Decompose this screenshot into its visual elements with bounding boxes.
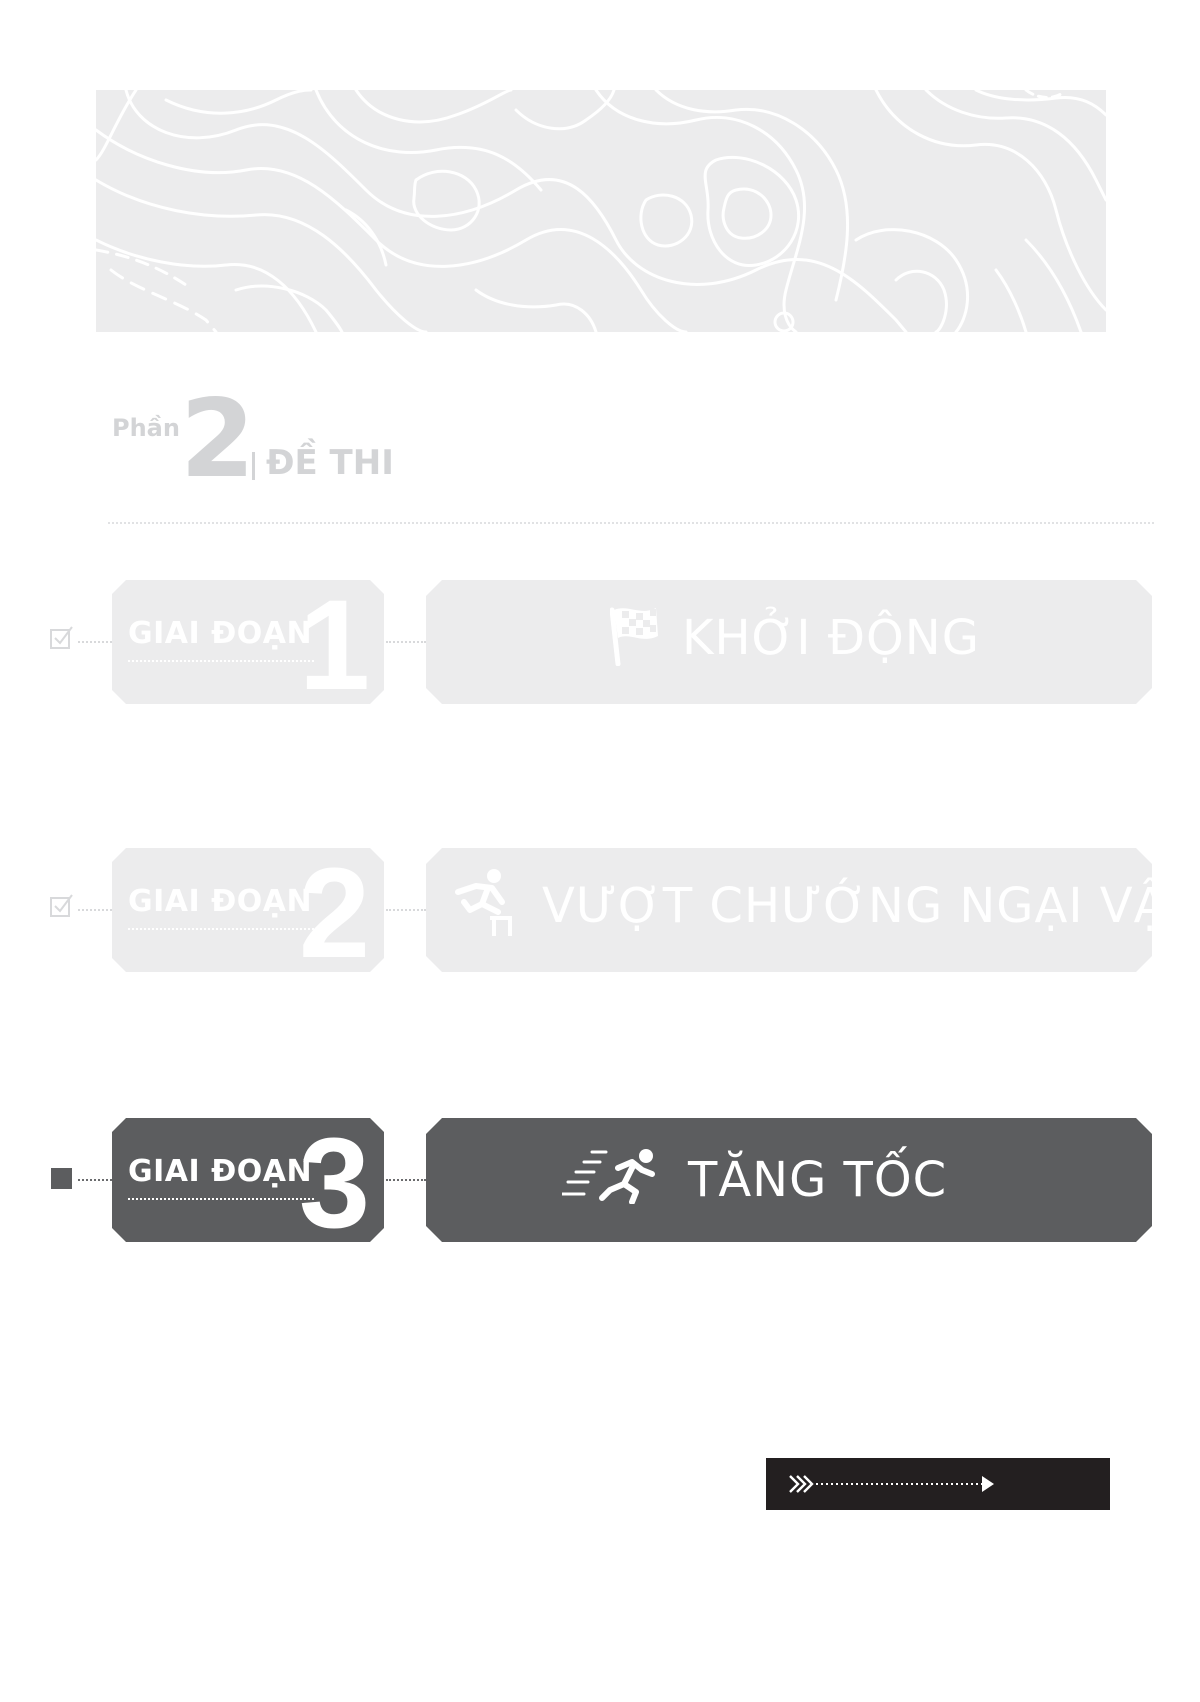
stage-1-row[interactable]: GIAI ĐOẠN 1 KHỞI ĐỘNG (0, 580, 1200, 704)
hurdle-jumper-icon (454, 868, 516, 938)
stage-title: TĂNG TỐC (688, 1152, 948, 1208)
connector-dots (78, 641, 112, 643)
badge-dotted-rule (128, 660, 314, 662)
part-divider (252, 452, 255, 480)
badge-dotted-rule (128, 1198, 314, 1200)
checkmark-box-icon (50, 894, 73, 917)
stage-badge: GIAI ĐOẠN 3 (112, 1118, 384, 1242)
stage-label: GIAI ĐOẠN (128, 1154, 313, 1189)
next-page-bar[interactable] (766, 1458, 1110, 1510)
stage-number: 2 (298, 842, 370, 985)
arrow-right-icon (789, 1475, 994, 1493)
stage-title: KHỞI ĐỘNG (682, 610, 980, 666)
stage-title-box[interactable]: TĂNG TỐC (426, 1118, 1152, 1242)
checkered-flag-icon (610, 602, 662, 666)
part-label: Phần (112, 414, 180, 442)
part-title: ĐỀ THI (266, 443, 394, 483)
stage-title-box[interactable]: VƯỢT CHƯỚNG NGẠI VẬT (426, 848, 1152, 972)
part-number: 2 (180, 377, 255, 502)
connector-dots (386, 641, 426, 643)
topographic-banner (96, 90, 1106, 332)
connector-dots (386, 909, 426, 911)
checkmark-box-icon (50, 626, 73, 649)
stage-label: GIAI ĐOẠN (128, 884, 313, 919)
stage-3-row[interactable]: GIAI ĐOẠN 3 TĂNG TỐC (0, 1118, 1200, 1242)
stage-number: 1 (298, 574, 370, 717)
sprinting-runner-icon (562, 1148, 658, 1204)
stage-label: GIAI ĐOẠN (128, 616, 313, 651)
connector-dots (78, 1179, 112, 1181)
stage-number: 3 (298, 1112, 370, 1255)
stage-title: VƯỢT CHƯỚNG NGẠI VẬT (542, 878, 1198, 934)
stage-2-row[interactable]: GIAI ĐOẠN 2 VƯỢT CHƯỚNG NGẠI VẬT (0, 848, 1200, 972)
contour-pattern (96, 90, 1106, 332)
dotted-rule (108, 522, 1154, 524)
stage-badge: GIAI ĐOẠN 1 (112, 580, 384, 704)
stage-badge: GIAI ĐOẠN 2 (112, 848, 384, 972)
connector-dots (78, 909, 112, 911)
badge-dotted-rule (128, 928, 314, 930)
current-stage-marker (51, 1168, 72, 1189)
stage-title-box[interactable]: KHỞI ĐỘNG (426, 580, 1152, 704)
connector-dots (386, 1179, 426, 1181)
